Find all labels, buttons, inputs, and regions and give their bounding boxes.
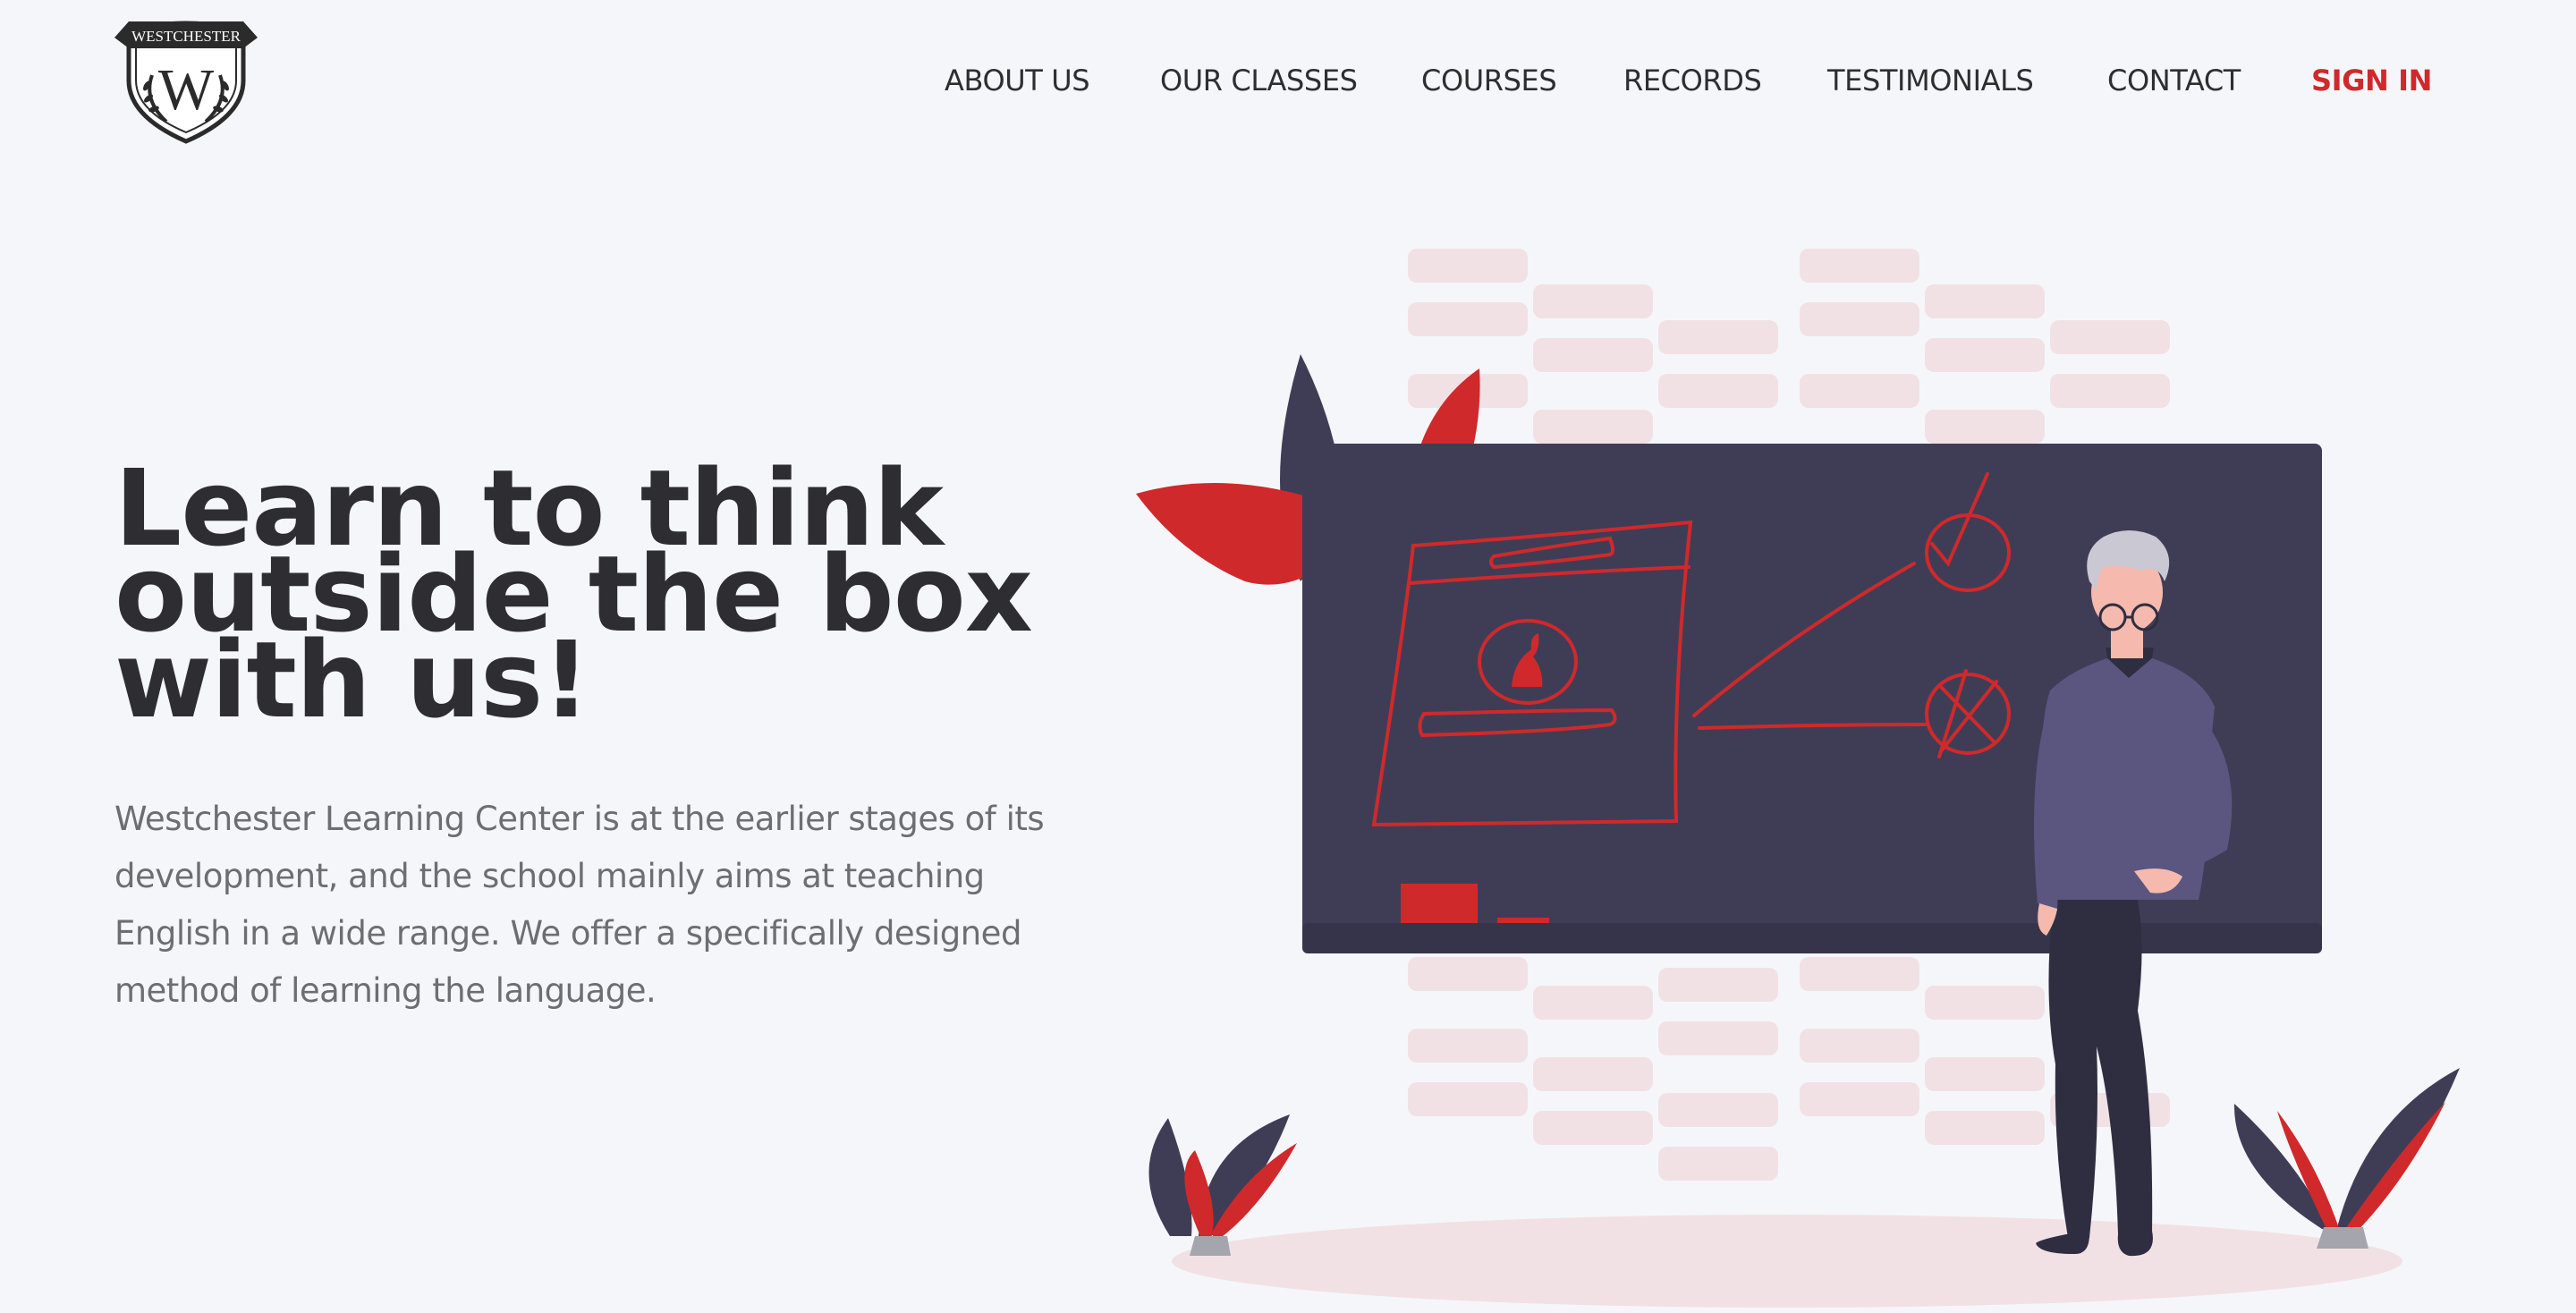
logo-letter: W bbox=[158, 57, 215, 123]
hero-title: Learn to think outside the box with us! bbox=[114, 455, 1098, 733]
nav-our-classes[interactable]: OUR CLASSES bbox=[1160, 59, 1358, 102]
main-nav: ABOUT US OUR CLASSES COURSES RECORDS TES… bbox=[894, 59, 2576, 102]
westchester-logo[interactable]: WESTCHESTER W bbox=[111, 11, 261, 147]
eraser bbox=[1401, 884, 1478, 923]
nav-courses[interactable]: COURSES bbox=[1421, 59, 1557, 102]
teacher-chalkboard-illustration bbox=[1136, 249, 2460, 1308]
nav-testimonials[interactable]: TESTIMONIALS bbox=[1827, 59, 2034, 102]
nav-contact[interactable]: CONTACT bbox=[2107, 59, 2241, 102]
nav-about-us[interactable]: ABOUT US bbox=[945, 59, 1090, 102]
chalkboard-ledge bbox=[1302, 923, 2322, 953]
plant-right bbox=[2233, 1068, 2460, 1249]
floor-shadow bbox=[1172, 1215, 2402, 1308]
nav-records[interactable]: RECORDS bbox=[1623, 59, 1762, 102]
hero-title-line-3: with us! bbox=[114, 618, 590, 741]
plant-left bbox=[1148, 1114, 1297, 1256]
sign-in-link[interactable]: SIGN IN bbox=[2311, 59, 2432, 102]
hero-description: Westchester Learning Center is at the ea… bbox=[114, 800, 1045, 1010]
chalk bbox=[1497, 918, 1549, 923]
logo-banner-text: WESTCHESTER bbox=[131, 28, 241, 45]
